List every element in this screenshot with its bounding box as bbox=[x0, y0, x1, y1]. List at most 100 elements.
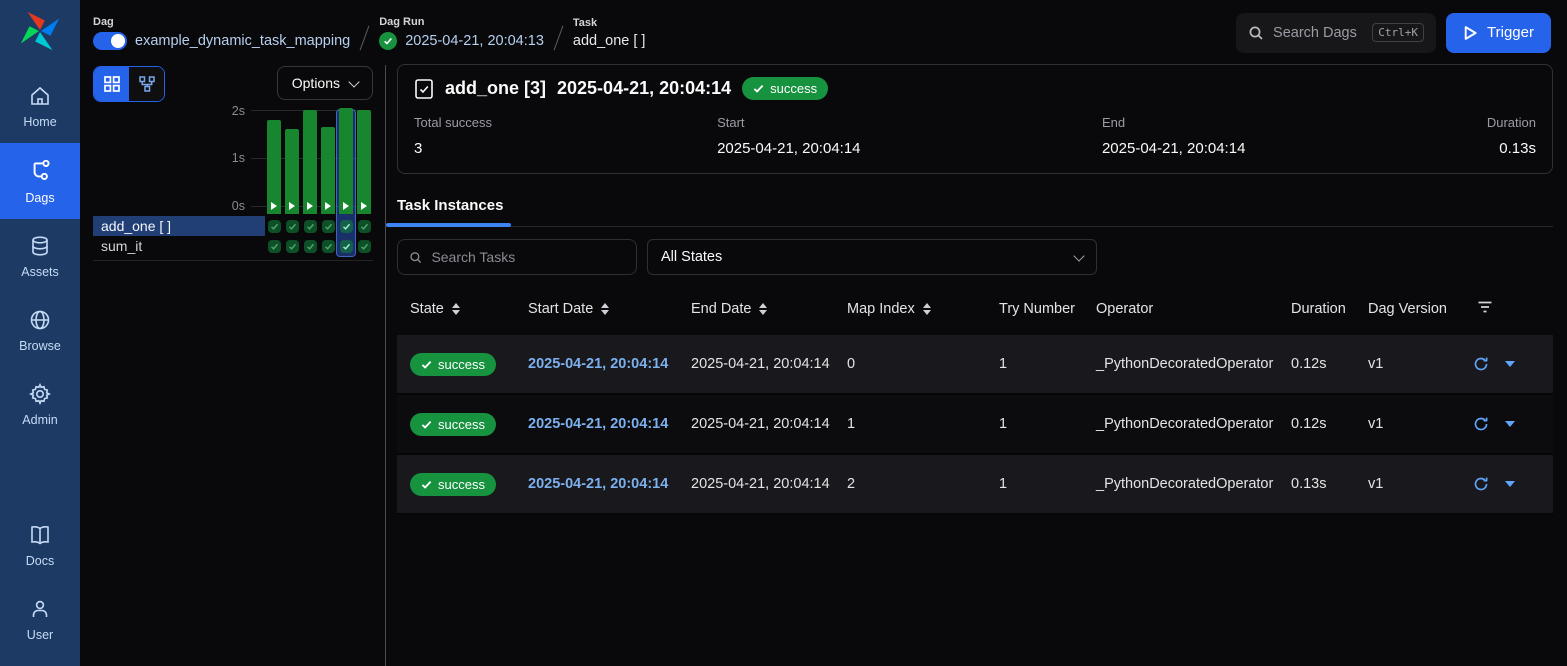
task-instance-check-icon[interactable] bbox=[286, 220, 299, 233]
airflow-logo-icon[interactable] bbox=[17, 8, 63, 59]
check-icon bbox=[421, 359, 432, 370]
operator: _PythonDecoratedOperator bbox=[1080, 476, 1275, 492]
task-instance-check-icon[interactable] bbox=[340, 240, 353, 253]
sidebar: Home Dags Assets Browse bbox=[0, 0, 80, 666]
task-instance-check-icon[interactable] bbox=[304, 220, 317, 233]
airflow-app: Home Dags Assets Browse bbox=[0, 0, 1567, 666]
column-header-try-number: Try Number bbox=[983, 301, 1080, 317]
task-row-add-one[interactable]: add_one [ ] bbox=[93, 216, 265, 236]
stat-total-success: Total success 3 bbox=[414, 115, 717, 157]
start-date-link[interactable]: 2025-04-21, 20:04:14 bbox=[512, 356, 675, 372]
column-header-state[interactable]: State bbox=[397, 301, 512, 317]
try-number: 1 bbox=[983, 356, 1080, 372]
end-date: 2025-04-21, 20:04:14 bbox=[675, 356, 831, 372]
run-duration-bar[interactable] bbox=[321, 127, 335, 214]
run-duration-bar[interactable] bbox=[357, 110, 371, 214]
dag-version: v1 bbox=[1352, 476, 1463, 492]
task-instance-check-icon[interactable] bbox=[322, 220, 335, 233]
task-crumb-value: add_one [ ] bbox=[573, 33, 646, 49]
task-row-sum-it[interactable]: sum_it bbox=[93, 236, 265, 256]
axis-tick-2s: 2s bbox=[232, 104, 245, 118]
dag-run-crumb-label: Dag Run bbox=[379, 16, 544, 28]
sidebar-item-admin[interactable]: Admin bbox=[0, 367, 80, 441]
column-header-operator: Operator bbox=[1080, 301, 1275, 317]
end-date: 2025-04-21, 20:04:14 bbox=[675, 476, 831, 492]
sidebar-item-label: Docs bbox=[26, 554, 54, 568]
sidebar-item-assets[interactable]: Assets bbox=[0, 219, 80, 293]
check-icon bbox=[421, 419, 432, 430]
task-instance-check-icon[interactable] bbox=[304, 240, 317, 253]
map-index: 1 bbox=[831, 416, 983, 432]
clear-task-icon[interactable] bbox=[1473, 416, 1489, 432]
sidebar-item-label: Home bbox=[23, 115, 56, 129]
start-date-link[interactable]: 2025-04-21, 20:04:14 bbox=[512, 476, 675, 492]
view-toggle-group bbox=[93, 66, 165, 102]
task-instance-check-icon[interactable] bbox=[358, 220, 371, 233]
clear-task-icon[interactable] bbox=[1473, 356, 1489, 372]
options-button[interactable]: Options bbox=[277, 66, 373, 100]
sidebar-item-home[interactable]: Home bbox=[0, 69, 80, 143]
search-icon bbox=[1248, 25, 1264, 41]
run-play-icon bbox=[343, 202, 349, 210]
column-header-map-index[interactable]: Map Index bbox=[831, 301, 983, 317]
status-badge: success bbox=[742, 77, 828, 100]
sidebar-item-user[interactable]: User bbox=[0, 582, 80, 666]
graph-view-icon bbox=[138, 75, 156, 93]
run-duration-bar[interactable] bbox=[267, 120, 281, 214]
task-detail-panel: add_one [3] 2025-04-21, 20:04:14 success… bbox=[386, 65, 1567, 666]
clear-task-icon[interactable] bbox=[1473, 476, 1489, 492]
search-tasks-input[interactable] bbox=[431, 249, 625, 265]
map-index: 0 bbox=[831, 356, 983, 372]
trigger-button[interactable]: Trigger bbox=[1446, 13, 1551, 53]
dag-name-link[interactable]: example_dynamic_task_mapping bbox=[135, 33, 350, 49]
start-date-link[interactable]: 2025-04-21, 20:04:14 bbox=[512, 416, 675, 432]
task-instance-check-icon[interactable] bbox=[340, 220, 353, 233]
axis-tick-0s: 0s bbox=[232, 199, 245, 213]
sidebar-item-browse[interactable]: Browse bbox=[0, 293, 80, 367]
run-duration-bar[interactable] bbox=[285, 129, 299, 214]
column-header-start-date[interactable]: Start Date bbox=[512, 301, 675, 317]
run-duration-bar[interactable] bbox=[303, 110, 317, 214]
dag-run-column bbox=[319, 110, 337, 256]
graph-view-button[interactable] bbox=[129, 67, 164, 101]
grid-view-button[interactable] bbox=[94, 67, 129, 101]
task-run-timestamp: 2025-04-21, 20:04:14 bbox=[557, 78, 731, 99]
state-filter-select[interactable]: All States bbox=[647, 239, 1097, 275]
search-dags-placeholder: Search Dags bbox=[1273, 25, 1357, 41]
column-filter-icon[interactable] bbox=[1463, 300, 1493, 318]
column-header-end-date[interactable]: End Date bbox=[675, 301, 831, 317]
task-instance-check-icon[interactable] bbox=[268, 240, 281, 253]
row-menu-caret-icon[interactable] bbox=[1505, 481, 1515, 487]
table-row[interactable]: success 2025-04-21, 20:04:14 2025-04-21,… bbox=[397, 455, 1553, 515]
table-row[interactable]: success 2025-04-21, 20:04:14 2025-04-21,… bbox=[397, 335, 1553, 395]
task-instance-check-icon[interactable] bbox=[286, 240, 299, 253]
sidebar-item-dags[interactable]: Dags bbox=[0, 143, 80, 219]
tab-task-instances[interactable]: Task Instances bbox=[397, 191, 503, 226]
row-menu-caret-icon[interactable] bbox=[1505, 421, 1515, 427]
end-date: 2025-04-21, 20:04:14 bbox=[675, 416, 831, 432]
task-crumb-label: Task bbox=[573, 17, 646, 29]
run-duration-grid: 2s 1s 0s add_one [ ] sum_it bbox=[93, 110, 373, 261]
dag-pause-toggle[interactable] bbox=[93, 32, 127, 50]
run-play-icon bbox=[289, 202, 295, 210]
grid-view-icon bbox=[103, 75, 121, 93]
tab-strip: Task Instances bbox=[397, 191, 1553, 227]
task-instance-check-icon[interactable] bbox=[358, 240, 371, 253]
column-header-duration: Duration bbox=[1275, 301, 1352, 317]
task-instance-check-icon[interactable] bbox=[322, 240, 335, 253]
sidebar-item-docs[interactable]: Docs bbox=[0, 508, 80, 582]
search-dags-input[interactable]: Search Dags Ctrl+K bbox=[1236, 13, 1436, 53]
run-play-icon bbox=[361, 202, 367, 210]
dag-run-link[interactable]: 2025-04-21, 20:04:13 bbox=[405, 33, 544, 49]
breadcrumb-separator bbox=[360, 25, 370, 50]
axis-tick-1s: 1s bbox=[232, 151, 245, 165]
stat-start: Start 2025-04-21, 20:04:14 bbox=[717, 115, 1102, 157]
run-duration-bar[interactable] bbox=[339, 108, 353, 214]
table-row[interactable]: success 2025-04-21, 20:04:14 2025-04-21,… bbox=[397, 395, 1553, 455]
row-menu-caret-icon[interactable] bbox=[1505, 361, 1515, 367]
trigger-label: Trigger bbox=[1487, 24, 1534, 41]
dag-version: v1 bbox=[1352, 416, 1463, 432]
check-icon bbox=[421, 479, 432, 490]
status-badge: success bbox=[410, 353, 496, 376]
task-instance-check-icon[interactable] bbox=[268, 220, 281, 233]
